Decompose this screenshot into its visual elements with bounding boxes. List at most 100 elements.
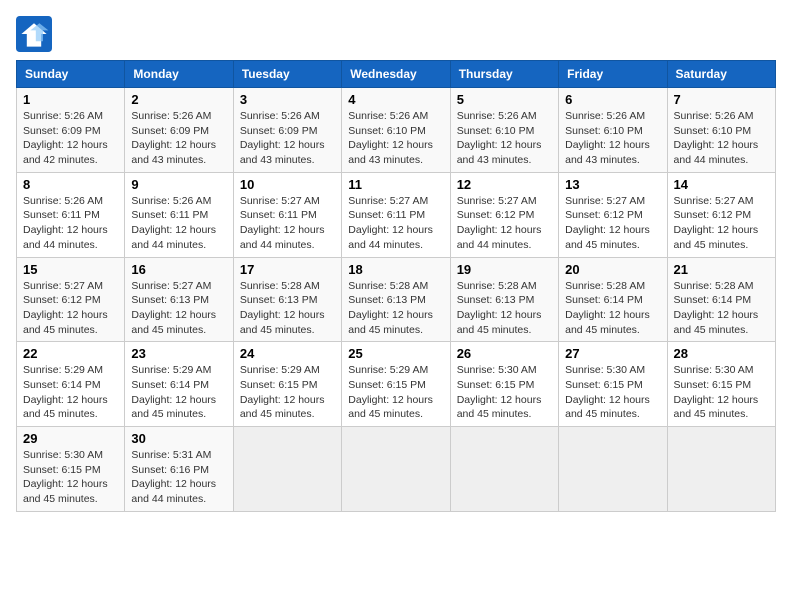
day-number: 28 [674,346,769,361]
cell-info: Sunrise: 5:28 AM Sunset: 6:13 PM Dayligh… [457,279,552,338]
calendar-cell: 24Sunrise: 5:29 AM Sunset: 6:15 PM Dayli… [233,342,341,427]
day-number: 23 [131,346,226,361]
calendar-cell: 8 Sunrise: 5:26 AM Sunset: 6:11 PM Daylig… [17,172,125,257]
header-wednesday: Wednesday [342,61,450,88]
calendar-cell: 11 Sunrise: 5:27 AM Sunset: 6:11 PM Dayli… [342,172,450,257]
day-number: 18 [348,262,443,277]
calendar-cell [667,427,775,512]
header-monday: Monday [125,61,233,88]
cell-info: Sunrise: 5:27 AM Sunset: 6:13 PM Dayligh… [131,279,226,338]
day-number: 3 [240,92,335,107]
day-number: 10 [240,177,335,192]
day-number: 26 [457,346,552,361]
cell-info: Sunrise: 5:30 AM Sunset: 6:15 PM Dayligh… [23,448,118,507]
cell-info: Sunrise: 5:26 AM Sunset: 6:09 PM Dayligh… [23,109,118,168]
day-number: 30 [131,431,226,446]
day-number: 4 [348,92,443,107]
day-number: 5 [457,92,552,107]
day-number: 12 [457,177,552,192]
header-friday: Friday [559,61,667,88]
calendar-cell: 9 Sunrise: 5:26 AM Sunset: 6:11 PM Daylig… [125,172,233,257]
day-number: 13 [565,177,660,192]
logo-icon [16,16,52,52]
day-number: 27 [565,346,660,361]
cell-info: Sunrise: 5:26 AM Sunset: 6:10 PM Dayligh… [348,109,443,168]
calendar-cell [233,427,341,512]
calendar-cell: 16 Sunrise: 5:27 AM Sunset: 6:13 PM Dayli… [125,257,233,342]
calendar-cell: 27Sunrise: 5:30 AM Sunset: 6:15 PM Dayli… [559,342,667,427]
day-number: 15 [23,262,118,277]
cell-info: Sunrise: 5:26 AM Sunset: 6:11 PM Dayligh… [131,194,226,253]
day-number: 9 [131,177,226,192]
header-tuesday: Tuesday [233,61,341,88]
cell-info: Sunrise: 5:31 AM Sunset: 6:16 PM Dayligh… [131,448,226,507]
cell-info: Sunrise: 5:27 AM Sunset: 6:12 PM Dayligh… [565,194,660,253]
cell-info: Sunrise: 5:27 AM Sunset: 6:11 PM Dayligh… [240,194,335,253]
day-number: 22 [23,346,118,361]
calendar-cell: 22 Sunrise: 5:29 AM Sunset: 6:14 PM Dayli… [17,342,125,427]
day-number: 8 [23,177,118,192]
cell-info: Sunrise: 5:28 AM Sunset: 6:13 PM Dayligh… [348,279,443,338]
cell-info: Sunrise: 5:26 AM Sunset: 6:09 PM Dayligh… [131,109,226,168]
day-number: 6 [565,92,660,107]
calendar-cell: 23 Sunrise: 5:29 AM Sunset: 6:14 PM Dayli… [125,342,233,427]
calendar-cell: 1 Sunrise: 5:26 AM Sunset: 6:09 PM Daylig… [17,88,125,173]
day-number: 24 [240,346,335,361]
calendar-cell: 6 Sunrise: 5:26 AM Sunset: 6:10 PM Daylig… [559,88,667,173]
cell-info: Sunrise: 5:26 AM Sunset: 6:10 PM Dayligh… [565,109,660,168]
calendar-cell: 12Sunrise: 5:27 AM Sunset: 6:12 PM Dayli… [450,172,558,257]
cell-info: Sunrise: 5:27 AM Sunset: 6:12 PM Dayligh… [674,194,769,253]
calendar-cell: 15 Sunrise: 5:27 AM Sunset: 6:12 PM Dayli… [17,257,125,342]
day-number: 29 [23,431,118,446]
cell-info: Sunrise: 5:27 AM Sunset: 6:11 PM Dayligh… [348,194,443,253]
day-number: 21 [674,262,769,277]
cell-info: Sunrise: 5:30 AM Sunset: 6:15 PM Dayligh… [457,363,552,422]
day-number: 17 [240,262,335,277]
calendar-cell: 28 Sunrise: 5:30 AM Sunset: 6:15 PM Dayli… [667,342,775,427]
calendar-cell: 13 Sunrise: 5:27 AM Sunset: 6:12 PM Dayli… [559,172,667,257]
day-number: 20 [565,262,660,277]
calendar-header-row: SundayMondayTuesdayWednesdayThursdayFrid… [17,61,776,88]
cell-info: Sunrise: 5:29 AM Sunset: 6:14 PM Dayligh… [23,363,118,422]
cell-info: Sunrise: 5:26 AM Sunset: 6:09 PM Dayligh… [240,109,335,168]
cell-info: Sunrise: 5:26 AM Sunset: 6:11 PM Dayligh… [23,194,118,253]
cell-info: Sunrise: 5:29 AM Sunset: 6:14 PM Dayligh… [131,363,226,422]
calendar-cell: 18 Sunrise: 5:28 AM Sunset: 6:13 PM Dayli… [342,257,450,342]
cell-info: Sunrise: 5:28 AM Sunset: 6:14 PM Dayligh… [674,279,769,338]
calendar-cell: 30 Sunrise: 5:31 AM Sunset: 6:16 PM Dayli… [125,427,233,512]
calendar-table: SundayMondayTuesdayWednesdayThursdayFrid… [16,60,776,512]
calendar-cell: 10 Sunrise: 5:27 AM Sunset: 6:11 PM Dayli… [233,172,341,257]
day-number: 16 [131,262,226,277]
header-thursday: Thursday [450,61,558,88]
calendar-week-2: 8 Sunrise: 5:26 AM Sunset: 6:11 PM Daylig… [17,172,776,257]
calendar-week-3: 15 Sunrise: 5:27 AM Sunset: 6:12 PM Dayli… [17,257,776,342]
calendar-cell: 29 Sunrise: 5:30 AM Sunset: 6:15 PM Dayli… [17,427,125,512]
day-number: 11 [348,177,443,192]
cell-info: Sunrise: 5:28 AM Sunset: 6:14 PM Dayligh… [565,279,660,338]
day-number: 7 [674,92,769,107]
header-sunday: Sunday [17,61,125,88]
calendar-cell: 19Sunrise: 5:28 AM Sunset: 6:13 PM Dayli… [450,257,558,342]
logo [16,16,58,52]
calendar-cell [342,427,450,512]
calendar-week-4: 22 Sunrise: 5:29 AM Sunset: 6:14 PM Dayli… [17,342,776,427]
cell-info: Sunrise: 5:26 AM Sunset: 6:10 PM Dayligh… [674,109,769,168]
cell-info: Sunrise: 5:27 AM Sunset: 6:12 PM Dayligh… [23,279,118,338]
calendar-cell: 14Sunrise: 5:27 AM Sunset: 6:12 PM Dayli… [667,172,775,257]
calendar-cell: 21 Sunrise: 5:28 AM Sunset: 6:14 PM Dayli… [667,257,775,342]
header-saturday: Saturday [667,61,775,88]
day-number: 25 [348,346,443,361]
day-number: 2 [131,92,226,107]
calendar-cell: 7 Sunrise: 5:26 AM Sunset: 6:10 PM Daylig… [667,88,775,173]
calendar-week-5: 29 Sunrise: 5:30 AM Sunset: 6:15 PM Dayli… [17,427,776,512]
calendar-cell: 25 Sunrise: 5:29 AM Sunset: 6:15 PM Dayli… [342,342,450,427]
calendar-cell: 17 Sunrise: 5:28 AM Sunset: 6:13 PM Dayli… [233,257,341,342]
header [16,16,776,52]
calendar-cell: 4 Sunrise: 5:26 AM Sunset: 6:10 PM Daylig… [342,88,450,173]
cell-info: Sunrise: 5:30 AM Sunset: 6:15 PM Dayligh… [674,363,769,422]
calendar-cell: 26 Sunrise: 5:30 AM Sunset: 6:15 PM Dayli… [450,342,558,427]
day-number: 1 [23,92,118,107]
cell-info: Sunrise: 5:28 AM Sunset: 6:13 PM Dayligh… [240,279,335,338]
calendar-cell: 20 Sunrise: 5:28 AM Sunset: 6:14 PM Dayli… [559,257,667,342]
cell-info: Sunrise: 5:29 AM Sunset: 6:15 PM Dayligh… [348,363,443,422]
